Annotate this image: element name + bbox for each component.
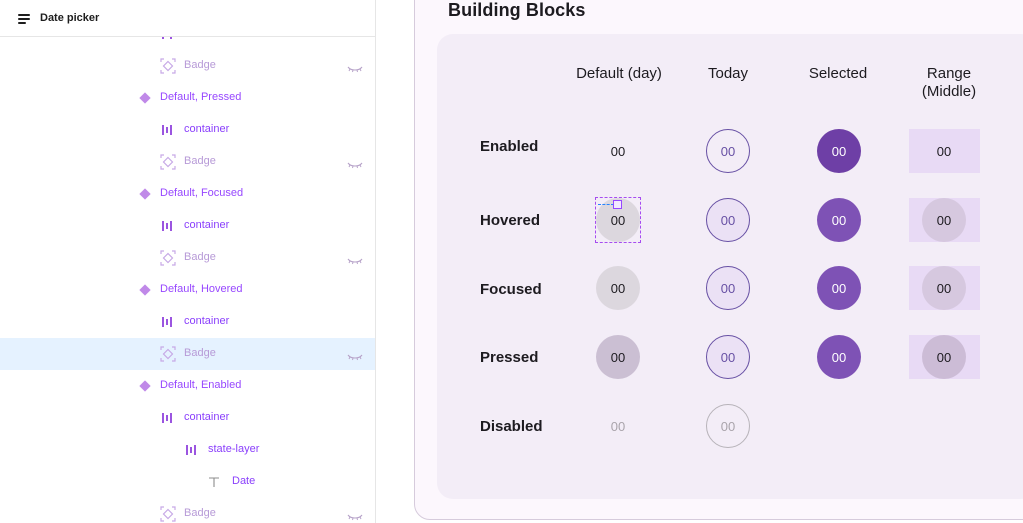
range-date-label: 00 xyxy=(922,266,966,310)
component-instance-icon xyxy=(160,58,176,74)
hidden-eye-icon[interactable] xyxy=(347,349,363,361)
layer-label: Badge xyxy=(184,59,216,71)
hidden-eye-icon[interactable] xyxy=(347,253,363,265)
component-instance-icon xyxy=(160,154,176,170)
auto-layout-icon xyxy=(184,443,198,457)
variant-icon xyxy=(139,284,151,296)
layer-label: container xyxy=(184,315,230,327)
date-cell-today-hovered[interactable]: 00 xyxy=(706,198,750,242)
auto-layout-icon xyxy=(160,315,174,329)
date-cell-default-focused[interactable]: 00 xyxy=(596,266,640,310)
layer-label: container xyxy=(184,411,230,423)
layer-row-badge[interactable]: Badge xyxy=(0,242,375,274)
column-header-default: Default (day) xyxy=(576,65,662,82)
row-header-pressed: Pressed xyxy=(480,349,539,366)
range-date-label: 00 xyxy=(922,198,966,242)
auto-layout-icon xyxy=(160,219,174,233)
date-cell-today-pressed[interactable]: 00 xyxy=(706,335,750,379)
layer-row-container[interactable]: container xyxy=(0,306,375,338)
layer-label: Badge xyxy=(184,507,216,519)
layer-row-default-hovered[interactable]: Default, Hovered xyxy=(0,274,375,306)
auto-layout-icon xyxy=(160,123,174,137)
row-header-focused: Focused xyxy=(480,281,542,298)
layer-row-badge[interactable]: Badge xyxy=(0,146,375,178)
row-header-enabled: Enabled xyxy=(480,138,539,155)
layer-label: container xyxy=(184,123,230,135)
layer-label: state-layer xyxy=(208,443,260,455)
resize-handle[interactable] xyxy=(613,200,622,209)
panel-header: Date picker xyxy=(0,0,375,37)
date-cell-today-enabled[interactable]: 00 xyxy=(706,129,750,173)
row-header-disabled: Disabled xyxy=(480,418,543,435)
layer-label: Badge xyxy=(184,347,216,359)
date-cell-range-hovered[interactable]: 00 xyxy=(909,198,980,242)
hidden-eye-icon[interactable] xyxy=(347,157,363,169)
date-cell-selected-focused[interactable]: 00 xyxy=(817,266,861,310)
date-cell-today-disabled: 00 xyxy=(706,404,750,448)
variant-icon xyxy=(139,92,151,104)
date-cell-range-focused[interactable]: 00 xyxy=(909,266,980,310)
layer-row-container[interactable]: container xyxy=(0,402,375,434)
date-cell-range-pressed[interactable]: 00 xyxy=(909,335,980,379)
layer-row-default-focused[interactable]: Default, Focused xyxy=(0,178,375,210)
layer-label: Default, Hovered xyxy=(160,283,243,295)
component-instance-icon xyxy=(160,250,176,266)
date-cell-default-disabled: 00 xyxy=(610,418,626,434)
layer-row-date[interactable]: Date xyxy=(0,466,375,498)
variant-icon xyxy=(139,380,151,392)
date-cell-default-enabled[interactable]: 00 xyxy=(596,129,640,173)
date-cell-default-pressed[interactable]: 00 xyxy=(596,335,640,379)
layer-row-badge[interactable]: Badge xyxy=(0,338,375,370)
column-header-range-middle: Range (Middle) xyxy=(921,65,977,100)
layer-row-default-pressed[interactable]: Default, Pressed xyxy=(0,82,375,114)
layer-label: container xyxy=(184,219,230,231)
component-instance-icon xyxy=(160,346,176,362)
layer-row-badge[interactable]: Badge xyxy=(0,498,375,523)
auto-layout-icon xyxy=(160,411,174,425)
layer-label: Default, Enabled xyxy=(160,379,242,391)
hidden-eye-icon[interactable] xyxy=(347,509,363,521)
layer-row-state-layer[interactable]: state-layer xyxy=(0,434,375,466)
frame-title[interactable]: Building Blocks xyxy=(448,0,586,21)
date-cell-selected-hovered[interactable]: 00 xyxy=(817,198,861,242)
measure-line xyxy=(598,204,614,205)
layer-row-default-enabled[interactable]: Default, Enabled xyxy=(0,370,375,402)
layer-row-container[interactable]: container xyxy=(0,210,375,242)
layer-label: Badge xyxy=(184,251,216,263)
layers-panel: Date picker container Badge Default, Press… xyxy=(0,0,376,523)
layer-label: Badge xyxy=(184,155,216,167)
text-layer-icon xyxy=(208,475,222,489)
date-cell-selected-pressed[interactable]: 00 xyxy=(817,335,861,379)
date-cell-range-enabled[interactable]: 00 xyxy=(909,129,980,173)
panel-title: Date picker xyxy=(40,12,100,24)
layer-row-container[interactable]: container xyxy=(0,114,375,146)
variant-icon xyxy=(139,188,151,200)
layer-label: Default, Focused xyxy=(160,187,244,199)
row-header-hovered: Hovered xyxy=(480,212,541,229)
layer-row-badge[interactable]: Badge xyxy=(0,50,375,82)
component-instance-icon xyxy=(160,506,176,522)
menu-icon[interactable] xyxy=(18,14,30,24)
range-date-label: 00 xyxy=(936,143,952,159)
date-cell-selected-enabled[interactable]: 00 xyxy=(817,129,861,173)
hidden-eye-icon[interactable] xyxy=(347,61,363,73)
layer-label: Date xyxy=(232,475,256,487)
date-cell-today-focused[interactable]: 00 xyxy=(706,266,750,310)
range-date-label: 00 xyxy=(922,335,966,379)
column-header-selected: Selected xyxy=(808,65,868,82)
layer-label: Default, Pressed xyxy=(160,91,242,103)
column-header-today: Today xyxy=(707,65,749,82)
